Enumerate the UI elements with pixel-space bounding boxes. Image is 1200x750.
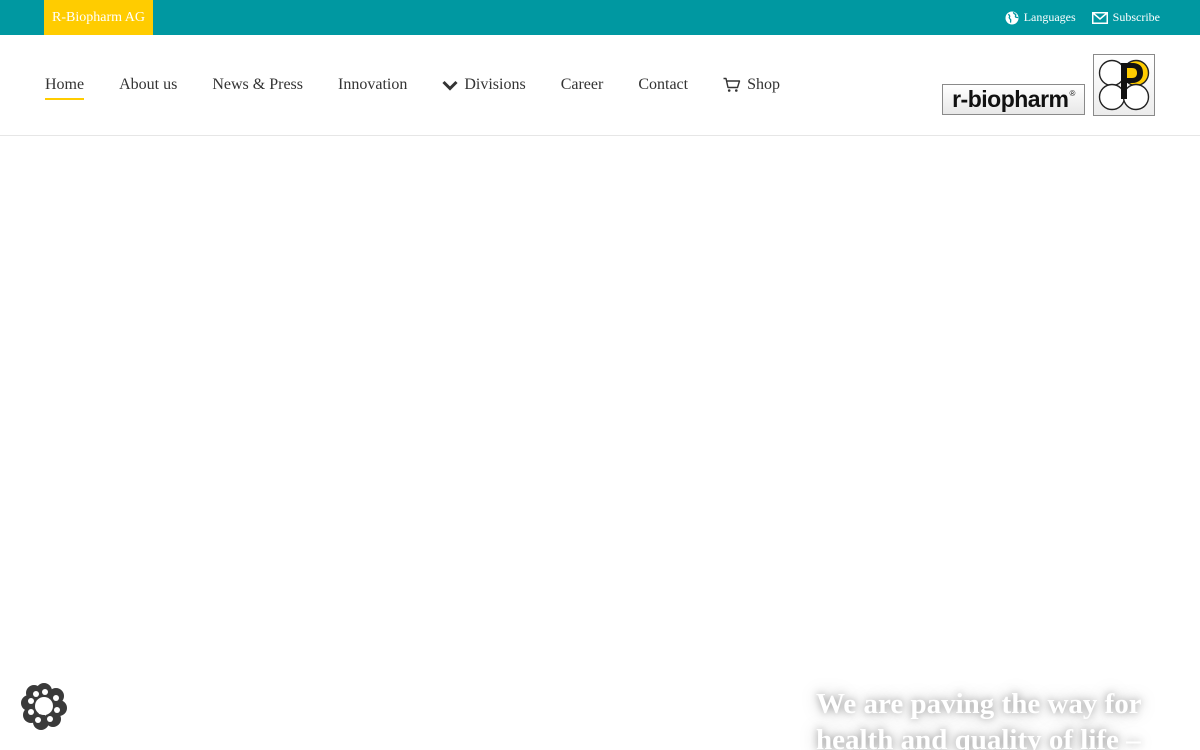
nav-item-label: Home — [45, 76, 85, 93]
nav-item-about-us[interactable]: About us — [119, 73, 177, 97]
nav-item-label: Contact — [638, 76, 689, 93]
hero-headline: We are paving the way for health and qua… — [816, 686, 1176, 750]
nav-item-career[interactable]: Career — [561, 73, 604, 97]
languages-label: Languages — [1023, 10, 1076, 24]
subscribe-label: Subscribe — [1112, 10, 1160, 24]
nav-item-label: Shop — [747, 76, 780, 93]
nav-item-label: Divisions — [464, 76, 526, 93]
nav-item-innovation[interactable]: Innovation — [338, 73, 407, 97]
languages-link[interactable]: Languages — [1005, 10, 1076, 25]
nav-item-home[interactable]: Home — [45, 73, 85, 100]
nav-item-label: Career — [560, 76, 604, 93]
nav-item-label: About us — [119, 76, 178, 93]
nav-item-label: Innovation — [338, 76, 408, 93]
top-links: Languages Subscribe — [1005, 0, 1160, 35]
chevron-down-icon — [442, 80, 458, 91]
nav-item-contact[interactable]: Contact — [638, 73, 688, 97]
nav-item-divisions[interactable]: Divisions — [442, 73, 526, 97]
nav-item-news-press[interactable]: News & Press — [212, 73, 303, 97]
cart-icon — [723, 77, 741, 92]
cookie-settings-icon — [21, 683, 67, 730]
hero-line-1: We are paving the way for — [816, 688, 1142, 720]
top-bar: R-Biopharm AG Languages Subscribe — [0, 0, 1200, 35]
logo-mark — [1093, 54, 1155, 116]
hero-section: We are paving the way for health and qua… — [0, 136, 1200, 750]
main-nav: Home About us News & Press Innovation Di… — [45, 35, 815, 135]
r-biopharm-logo[interactable]: r-biopharm ® — [942, 54, 1155, 116]
nav-item-label: News & Press — [212, 76, 304, 93]
nav-item-shop[interactable]: Shop — [723, 73, 780, 97]
subscribe-link[interactable]: Subscribe — [1091, 10, 1160, 25]
logo-wordmark: r-biopharm ® — [942, 84, 1085, 115]
logo-mark-icon — [1098, 59, 1150, 111]
globe-icon — [1005, 11, 1019, 24]
main-header: Home About us News & Press Innovation Di… — [0, 35, 1200, 136]
brand-tab[interactable]: R-Biopharm AG — [44, 0, 153, 35]
envelope-icon — [1091, 11, 1108, 24]
hero-line-2: health and quality of life – — [816, 724, 1141, 750]
cookie-settings-button[interactable] — [20, 682, 68, 730]
